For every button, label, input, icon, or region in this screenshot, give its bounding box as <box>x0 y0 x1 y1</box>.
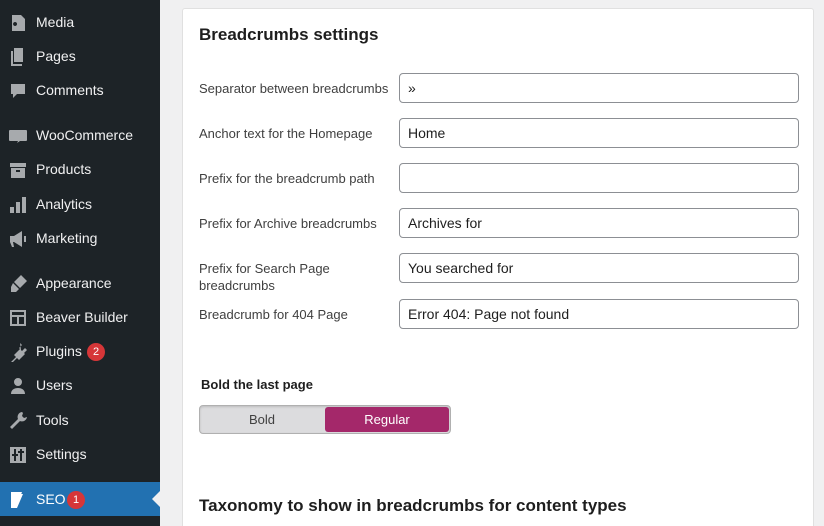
media-icon <box>8 13 28 33</box>
separator-label: Separator between breadcrumbs <box>199 81 389 96</box>
sidebar-item-products[interactable]: Products <box>0 152 160 186</box>
woocommerce-icon <box>8 126 28 146</box>
breadcrumb-prefix-label: Prefix for the breadcrumb path <box>199 171 375 186</box>
sidebar-item-label: Products <box>36 161 92 177</box>
regular-option[interactable]: Regular <box>325 407 449 432</box>
404-breadcrumb-input[interactable] <box>399 299 799 329</box>
marketing-icon <box>8 229 28 249</box>
page-title: Breadcrumbs settings <box>199 25 379 44</box>
analytics-icon <box>8 195 28 215</box>
sidebar-item-label: Beaver Builder <box>36 309 128 325</box>
plugins-update-count-badge: 2 <box>87 343 105 361</box>
homepage-anchor-label: Anchor text for the Homepage <box>199 126 373 141</box>
archive-prefix-label: Prefix for Archive breadcrumbs <box>199 216 377 231</box>
sidebar-item-label: Media <box>36 14 75 30</box>
404-breadcrumb-label: Breadcrumb for 404 Page <box>199 307 348 322</box>
sidebar-item-marketing[interactable]: Marketing <box>0 221 160 255</box>
yoast-icon <box>8 490 28 510</box>
archive-prefix-input[interactable] <box>399 208 799 238</box>
sidebar-item-label: Appearance <box>36 275 112 291</box>
sidebar-item-plugins[interactable]: Plugins 2 <box>0 334 160 368</box>
homepage-anchor-input[interactable] <box>399 118 799 148</box>
plugins-icon <box>8 342 28 362</box>
bold-option[interactable]: Bold <box>200 406 324 433</box>
settings-icon <box>8 445 28 465</box>
sidebar-item-label: Plugins <box>36 343 82 359</box>
sidebar-item-label: WooCommerce <box>36 127 133 143</box>
sidebar-item-label: Marketing <box>36 230 98 246</box>
search-prefix-label: Prefix for Search Page breadcrumbs <box>199 261 330 293</box>
sidebar-item-tools[interactable]: Tools <box>0 403 160 437</box>
sidebar-item-label: Comments <box>36 82 104 98</box>
sidebar-item-label: SEO <box>36 491 66 507</box>
pages-icon <box>8 47 28 67</box>
seo-notification-badge: 1 <box>67 491 85 509</box>
sidebar-item-pages[interactable]: Pages <box>0 39 160 73</box>
sidebar-item-settings[interactable]: Settings <box>0 437 160 471</box>
admin-sidebar: Media Pages Comments WooCommerce Product… <box>0 0 160 526</box>
products-icon <box>8 160 28 180</box>
users-icon <box>8 376 28 396</box>
sidebar-item-comments[interactable]: Comments <box>0 73 160 107</box>
sidebar-item-beaver-builder[interactable]: Beaver Builder <box>0 300 160 334</box>
sidebar-item-appearance[interactable]: Appearance <box>0 266 160 300</box>
bold-last-page-toggle: Bold Regular <box>199 405 451 434</box>
sidebar-item-label: Pages <box>36 48 76 64</box>
appearance-icon <box>8 274 28 294</box>
beaver-builder-icon <box>8 308 28 328</box>
taxonomy-section-title: Taxonomy to show in breadcrumbs for cont… <box>199 496 627 515</box>
sidebar-item-analytics[interactable]: Analytics <box>0 187 160 221</box>
sidebar-item-seo[interactable]: SEO 1 <box>0 482 160 516</box>
breadcrumbs-settings-panel: Breadcrumbs settings Separator between b… <box>182 8 814 526</box>
sidebar-item-label: Settings <box>36 446 87 462</box>
sidebar-item-users[interactable]: Users <box>0 368 160 402</box>
sidebar-item-label: Users <box>36 377 73 393</box>
tools-icon <box>8 411 28 431</box>
sidebar-item-label: Analytics <box>36 196 93 212</box>
separator-input[interactable] <box>399 73 799 103</box>
search-prefix-input[interactable] <box>399 253 799 283</box>
sidebar-item-woocommerce[interactable]: WooCommerce <box>0 118 160 152</box>
sidebar-item-media[interactable]: Media <box>0 5 160 39</box>
active-indicator-arrow <box>152 491 160 507</box>
breadcrumb-prefix-input[interactable] <box>399 163 799 193</box>
bold-last-page-label: Bold the last page <box>201 377 313 392</box>
comments-icon <box>8 81 28 101</box>
sidebar-item-label: Tools <box>36 412 69 428</box>
